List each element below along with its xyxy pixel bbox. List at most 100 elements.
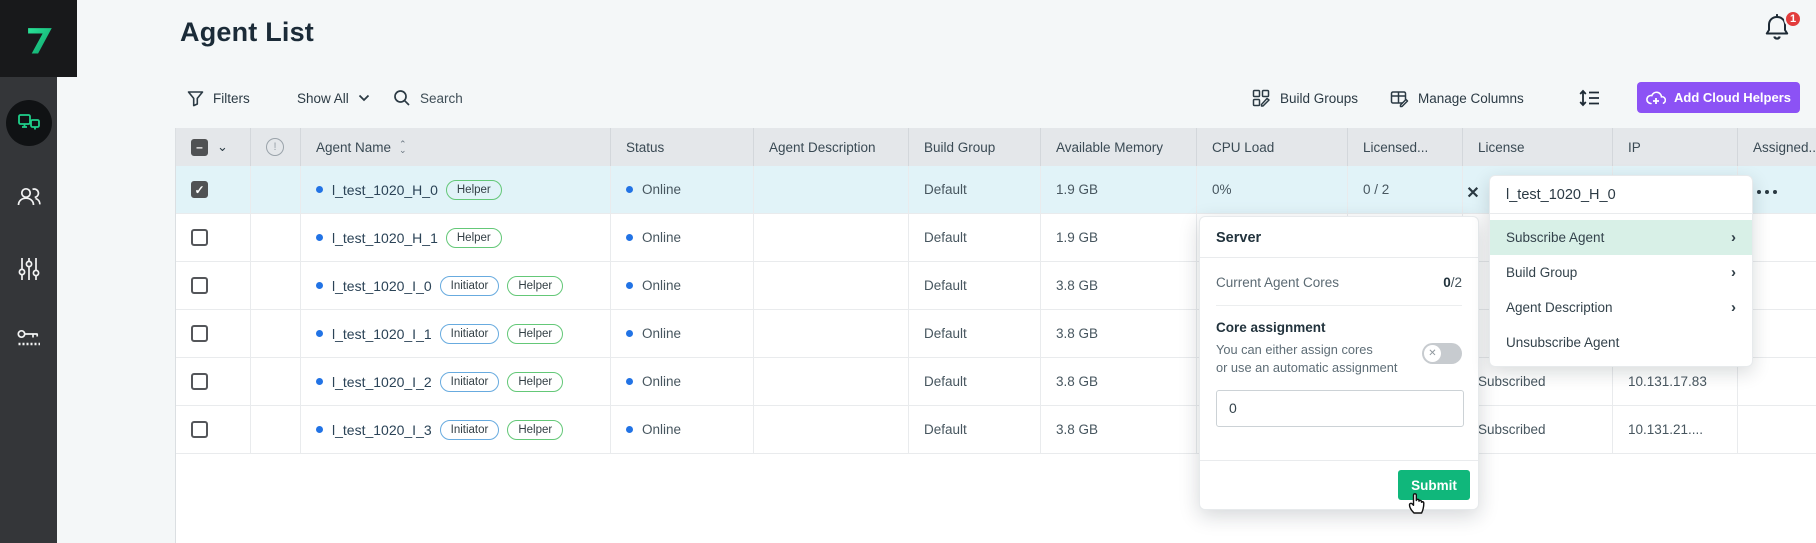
agent-name-cell[interactable]: l_test_1020_H_0Helper [301,166,611,213]
popup-title: Server [1200,217,1478,258]
role-badge-helper: Helper [446,180,502,200]
menu-item-build-group[interactable]: Build Group› [1490,255,1752,290]
sort-arrows-icon[interactable]: ⌃⌄ [399,141,407,153]
header-select-cell: – ⌄ [176,128,251,166]
row-select-cell [176,262,251,309]
close-icon[interactable]: ✕ [1463,183,1483,203]
row-checkbox[interactable] [191,421,208,438]
agent-status-dot [316,234,323,241]
select-menu-chevron-icon[interactable]: ⌄ [217,139,228,155]
header-licensed[interactable]: Licensed... [1348,128,1463,166]
memory-cell: 1.9 GB [1041,166,1197,213]
show-all-label: Show All [297,91,349,106]
agent-name-label: l_test_1020_I_1 [332,326,432,342]
header-build-group[interactable]: Build Group [909,128,1041,166]
row-checkbox[interactable]: ✓ [191,181,208,198]
row-checkbox[interactable] [191,325,208,342]
status-cell: Online [611,406,754,453]
automatic-assignment-toggle[interactable]: ✕ [1422,343,1462,364]
build-group-cell: Default [909,310,1041,357]
core-assignment-label: Core assignment [1200,306,1478,341]
search-icon [393,89,411,107]
header-alert-cell: ! [251,128,301,166]
row-more-actions-button[interactable] [1757,184,1791,200]
status-cell: Online [611,262,754,309]
row-select-cell [176,214,251,261]
notifications-button[interactable]: 1 [1762,12,1806,52]
show-all-dropdown[interactable]: Show All [297,83,370,113]
agent-name-cell[interactable]: l_test_1020_I_1 Initiator Helper [301,310,611,357]
select-all-checkbox[interactable]: – [191,139,208,156]
menu-item-unsubscribe-agent[interactable]: Unsubscribe Agent [1490,325,1752,360]
assigned-cell [1738,406,1816,453]
role-badge-helper: Helper [446,228,502,248]
manage-columns-label: Manage Columns [1418,91,1524,106]
cores-input[interactable] [1216,390,1464,427]
filters-button[interactable]: Filters [187,83,250,113]
add-cloud-helpers-button[interactable]: Add Cloud Helpers [1637,82,1800,113]
agent-status-dot [316,186,323,193]
header-available-memory[interactable]: Available Memory [1041,128,1197,166]
status-label: Online [642,182,681,197]
status-cell: Online [611,310,754,357]
online-status-dot [626,426,633,433]
ip-cell: 10.131.21.... [1613,406,1738,453]
status-cell: Online [611,166,754,213]
row-select-cell [176,358,251,405]
role-badge-initiator: Initiator [440,324,500,344]
memory-cell: 3.8 GB [1041,406,1197,453]
header-license[interactable]: License [1463,128,1613,166]
row-select-cell [176,310,251,357]
row-select-cell: ✓ [176,166,251,213]
menu-item-agent-description[interactable]: Agent Description› [1490,290,1752,325]
agent-name-cell[interactable]: l_test_1020_I_0InitiatorHelper [301,262,611,309]
menu-item-subscribe-agent[interactable]: Subscribe Agent › [1490,220,1752,255]
agent-name-cell[interactable]: l_test_1020_I_3InitiatorHelper [301,406,611,453]
agent-name-cell[interactable]: l_test_1020_I_2InitiatorHelper [301,358,611,405]
build-group-cell: Default [909,358,1041,405]
header-assigned[interactable]: Assigned... [1738,128,1816,166]
row-checkbox[interactable] [191,229,208,246]
current-cores-value: 0/2 [1443,275,1462,290]
description-cell [754,166,909,213]
status-cell: Online [611,358,754,405]
online-status-dot [626,282,633,289]
description-cell [754,214,909,261]
description-cell [754,358,909,405]
sidebar-item-agents[interactable] [0,100,57,146]
menu-item-label: Subscribe Agent [1506,230,1604,245]
manage-columns-button[interactable]: Manage Columns [1390,83,1524,113]
submenu-chevron-icon: › [1731,229,1736,246]
header-cpu-load[interactable]: CPU Load [1197,128,1348,166]
role-badge-helper: Helper [507,420,563,440]
sidebar-item-users[interactable] [0,183,57,209]
build-groups-label: Build Groups [1280,91,1358,106]
row-alert-cell [251,166,301,213]
row-alert-cell [251,310,301,357]
sidebar-item-license[interactable] [0,326,57,352]
search-input[interactable]: Search [393,83,463,113]
agent-status-dot [316,378,323,385]
sort-order-button[interactable] [1578,83,1602,113]
status-label: Online [642,422,681,437]
online-status-dot [626,330,633,337]
alert-info-icon: ! [266,138,284,156]
agent-name-label: l_test_1020_I_3 [332,422,432,438]
app-logo[interactable] [0,0,77,77]
licensed-cell: 0 / 2 [1348,166,1463,213]
row-checkbox[interactable] [191,373,208,390]
agent-name-cell[interactable]: l_test_1020_H_1Helper [301,214,611,261]
sidebar-item-settings[interactable] [0,256,57,282]
memory-cell: 3.8 GB [1041,262,1197,309]
build-groups-button[interactable]: Build Groups [1252,83,1358,113]
agents-icon [16,110,42,136]
header-agent-name[interactable]: Agent Name ⌃⌄ [301,128,611,166]
role-badge-helper: Helper [507,324,563,344]
build-group-cell: Default [909,166,1041,213]
header-ip[interactable]: IP [1613,128,1738,166]
row-checkbox[interactable] [191,277,208,294]
row-alert-cell [251,262,301,309]
sidebar [0,0,57,543]
header-status[interactable]: Status [611,128,754,166]
header-agent-description[interactable]: Agent Description [754,128,909,166]
